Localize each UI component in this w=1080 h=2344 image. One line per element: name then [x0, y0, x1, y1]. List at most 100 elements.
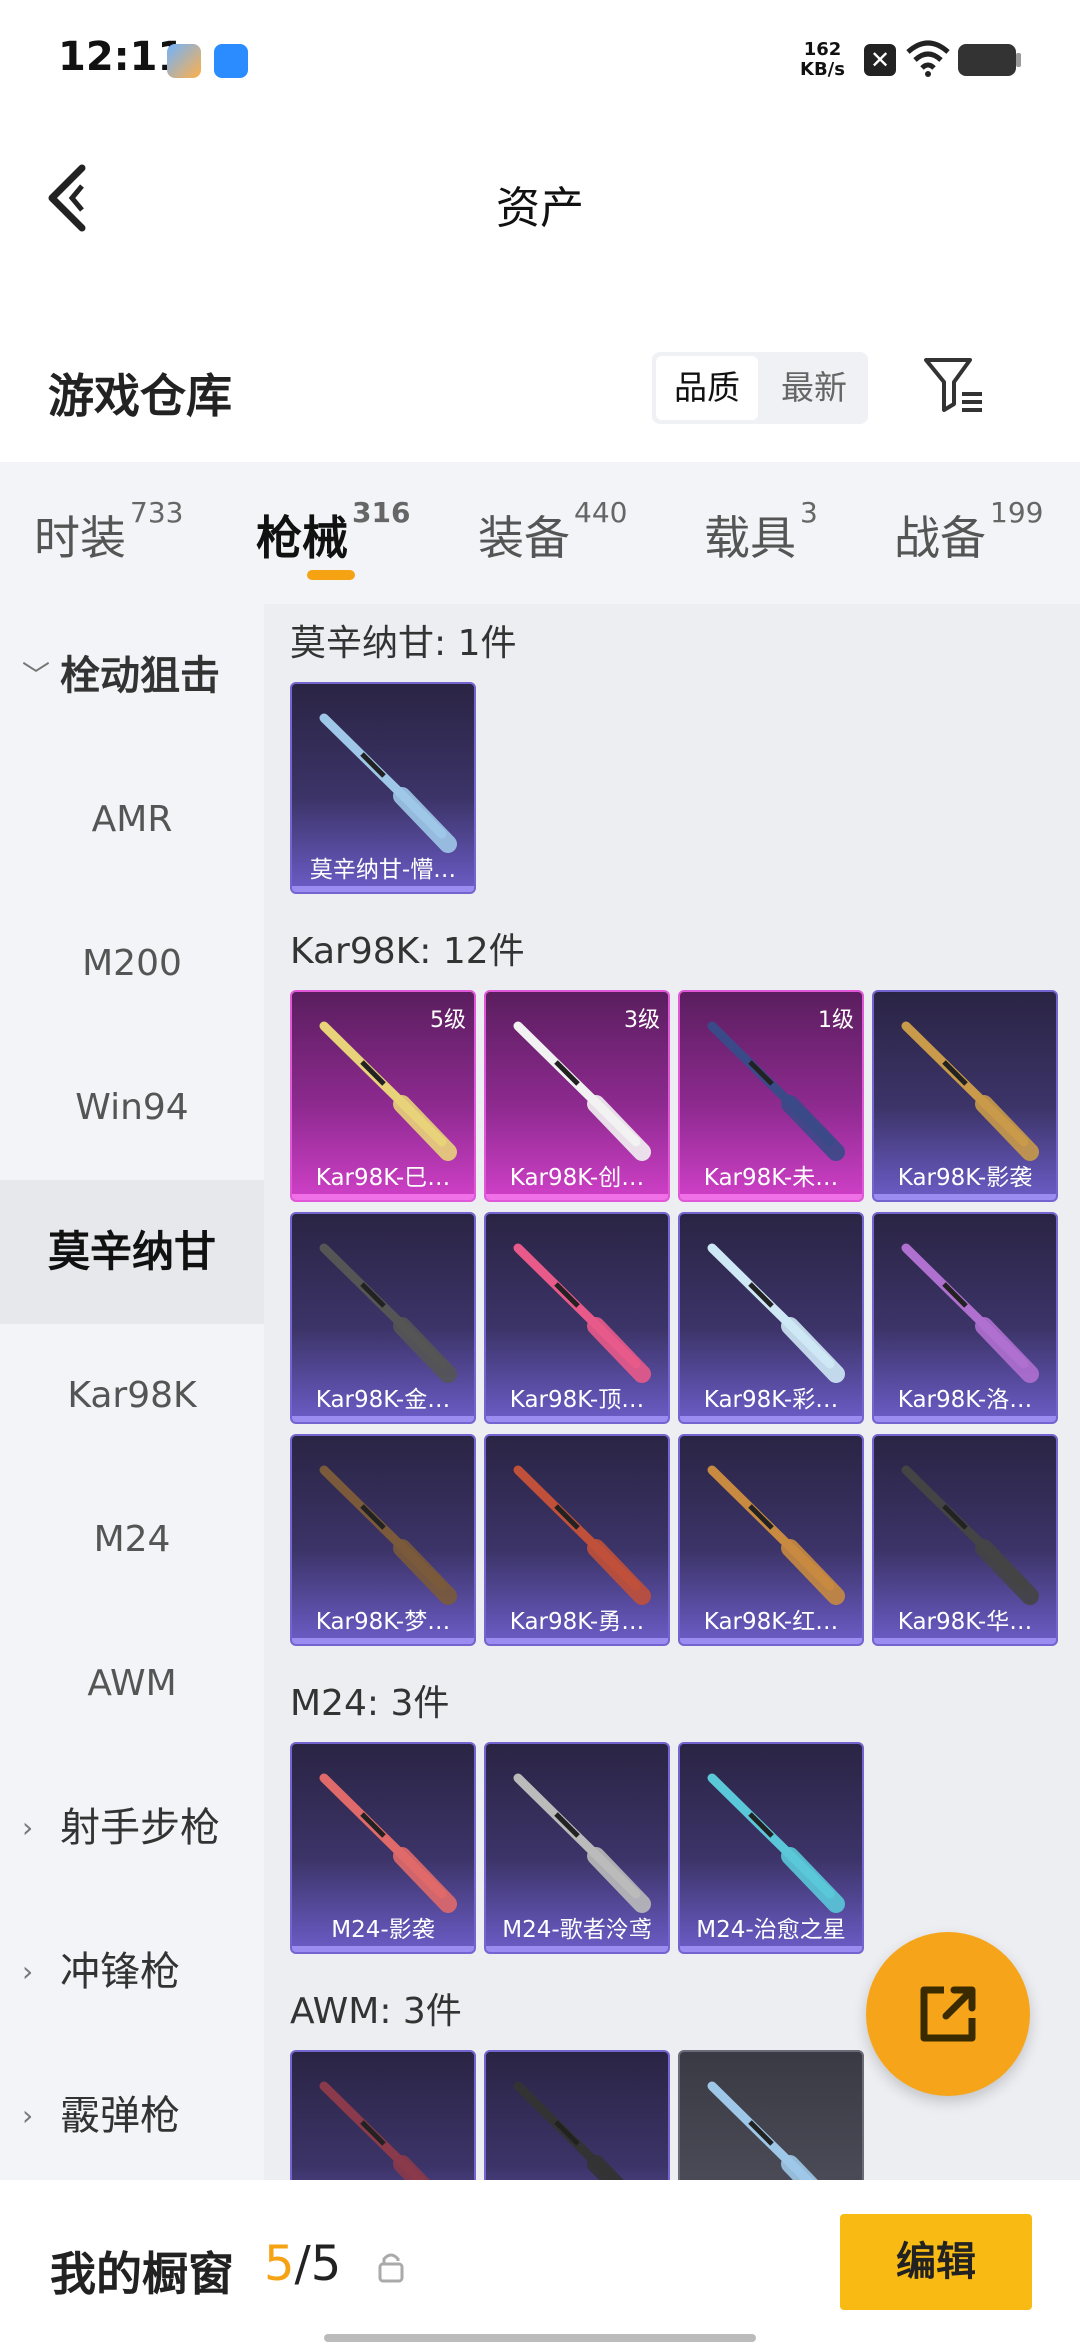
sidebar-item-m24[interactable]: M24	[0, 1468, 264, 1612]
weapon-skin-card[interactable]: 5级 Kar98K-巳…	[290, 990, 476, 1202]
weapon-skin-card[interactable]: Kar98K-华…	[872, 1434, 1058, 1646]
weapon-skin-card[interactable]	[484, 2050, 670, 2180]
rarity-bar	[292, 1946, 474, 1952]
weapon-skin-card[interactable]: M24-歌者泠鸢	[484, 1742, 670, 1954]
sidebar-item-awm[interactable]: AWM	[0, 1612, 264, 1756]
weapon-sidebar: ﹀ 栓动狙击 AMR M200 Win94 莫辛纳甘 Kar98K M24 AWM…	[0, 604, 264, 2180]
skin-name: Kar98K-彩…	[703, 1387, 839, 1413]
rarity-bar	[486, 1946, 668, 1952]
weapon-skin-card[interactable]: Kar98K-勇…	[484, 1434, 670, 1646]
filter-icon[interactable]	[920, 354, 984, 418]
tab-label: 时装	[34, 511, 126, 565]
weapon-skin-card[interactable]: Kar98K-影袭	[872, 990, 1058, 1202]
sort-newest-button[interactable]: 最新	[760, 352, 868, 424]
sidebar-category-label: 栓动狙击	[60, 653, 220, 699]
skin-name: Kar98K-梦…	[315, 1609, 451, 1635]
tab-supplies[interactable]: 战备 199	[894, 496, 1043, 568]
section-title: AWM: 3件	[290, 1991, 462, 2032]
weapon-skin-card[interactable]: Kar98K-梦…	[290, 1434, 476, 1646]
chevron-right-icon: ›	[22, 1811, 34, 1844]
tab-equipment[interactable]: 装备 440	[478, 496, 627, 568]
weapon-skin-card[interactable]: 3级 Kar98K-创…	[484, 990, 670, 1202]
weapon-skin-card[interactable]: M24-影袭	[290, 1742, 476, 1954]
rarity-bar	[292, 1638, 474, 1644]
weapon-skin-card[interactable]: 莫辛纳甘-懵…	[290, 682, 476, 894]
sidebar-item-m200[interactable]: M200	[0, 892, 264, 1036]
share-icon	[920, 1986, 976, 2042]
sidebar-category-label: 霰弹枪	[60, 2093, 180, 2139]
net-speed-value: 162	[803, 39, 842, 60]
sidebar-item-kar98k[interactable]: Kar98K	[0, 1324, 264, 1468]
rifle-icon	[513, 2081, 624, 2180]
skin-name: Kar98K-巳…	[315, 1165, 451, 1191]
net-speed: 162 KB/s	[800, 40, 845, 80]
skin-name: Kar98K-未…	[703, 1165, 839, 1191]
skin-name: M24-影袭	[331, 1917, 435, 1943]
tab-count: 733	[130, 496, 184, 529]
showcase-total: 5	[310, 2236, 342, 2292]
showcase-separator: /	[294, 2236, 311, 2292]
chevron-right-icon: ›	[22, 2099, 34, 2132]
tab-label: 装备	[478, 511, 570, 565]
chevron-down-icon: ﹀	[22, 659, 51, 692]
sidebar-category-marksman[interactable]: › 射手步枪	[0, 1756, 264, 1900]
rarity-bar	[680, 1946, 862, 1952]
tab-fashion[interactable]: 时装 733	[34, 496, 183, 568]
sort-toggle: 品质 最新	[652, 352, 868, 424]
skin-name: Kar98K-创…	[509, 1165, 645, 1191]
battery-tip	[1016, 53, 1021, 67]
weapon-skin-card[interactable]: Kar98K-红…	[678, 1434, 864, 1646]
weapon-skin-card[interactable]	[678, 2050, 864, 2180]
sidebar-category-bolt-action[interactable]: ﹀ 栓动狙击	[0, 604, 264, 748]
app-notification-icon	[167, 44, 201, 78]
showcase-current: 5	[264, 2236, 295, 2292]
warehouse-title: 游戏仓库	[48, 369, 232, 423]
active-tab-indicator	[307, 570, 355, 580]
sort-quality-button[interactable]: 品质	[656, 356, 758, 420]
tab-vehicles[interactable]: 载具 3	[704, 496, 818, 568]
weapon-skin-card[interactable]: Kar98K-洛…	[872, 1212, 1058, 1424]
sidebar-category-label: 冲锋枪	[60, 1949, 180, 1995]
browser-notification-icon	[214, 44, 248, 78]
weapon-skin-card[interactable]: M24-治愈之星	[678, 1742, 864, 1954]
rifle-icon	[707, 2081, 818, 2180]
rarity-bar	[874, 1194, 1056, 1200]
rarity-bar	[292, 886, 474, 892]
section-title: M24: 3件	[290, 1683, 450, 1724]
rifle-icon	[319, 2081, 430, 2180]
tab-count: 440	[574, 496, 628, 529]
rarity-bar	[486, 1416, 668, 1422]
skin-name: M24-治愈之星	[696, 1917, 846, 1943]
sidebar-category-shotgun[interactable]: › 霰弹枪	[0, 2044, 264, 2188]
category-tabs: 时装 733 枪械 316 装备 440 载具 3 战备 199	[0, 462, 1080, 604]
weapon-skin-card[interactable]: Kar98K-彩…	[678, 1212, 864, 1424]
skin-level: 1级	[818, 1008, 854, 1033]
tab-label: 载具	[704, 511, 796, 565]
page-title: 资产	[496, 183, 584, 234]
sidebar-category-smg[interactable]: › 冲锋枪	[0, 1900, 264, 2044]
rarity-bar	[292, 1416, 474, 1422]
skin-name: M24-歌者泠鸢	[502, 1917, 652, 1943]
tab-label: 枪械	[256, 511, 348, 565]
tab-guns[interactable]: 枪械 316	[256, 496, 410, 568]
home-indicator[interactable]	[324, 2334, 756, 2342]
weapon-skin-card[interactable]	[290, 2050, 476, 2180]
share-fab[interactable]	[866, 1932, 1030, 2096]
weapon-skin-card[interactable]: Kar98K-顶…	[484, 1212, 670, 1424]
skin-name: Kar98K-红…	[703, 1609, 839, 1635]
edit-button[interactable]: 编辑	[840, 2214, 1032, 2310]
sidebar-item-win94[interactable]: Win94	[0, 1036, 264, 1180]
rarity-bar	[486, 1638, 668, 1644]
sidebar-item-amr[interactable]: AMR	[0, 748, 264, 892]
weapon-skin-card[interactable]: 1级 Kar98K-未…	[678, 990, 864, 1202]
rarity-bar	[680, 1638, 862, 1644]
sim-off-icon: ✕	[864, 44, 896, 76]
skin-level: 5级	[430, 1008, 466, 1033]
tab-label: 战备	[894, 511, 986, 565]
weapon-skin-card[interactable]: Kar98K-金…	[290, 1212, 476, 1424]
skin-name: Kar98K-顶…	[509, 1387, 645, 1413]
sidebar-item-mosin[interactable]: 莫辛纳甘	[0, 1180, 264, 1324]
lock-icon	[378, 2253, 404, 2283]
chevron-right-icon: ›	[22, 1955, 34, 1988]
net-speed-unit: KB/s	[800, 59, 845, 80]
